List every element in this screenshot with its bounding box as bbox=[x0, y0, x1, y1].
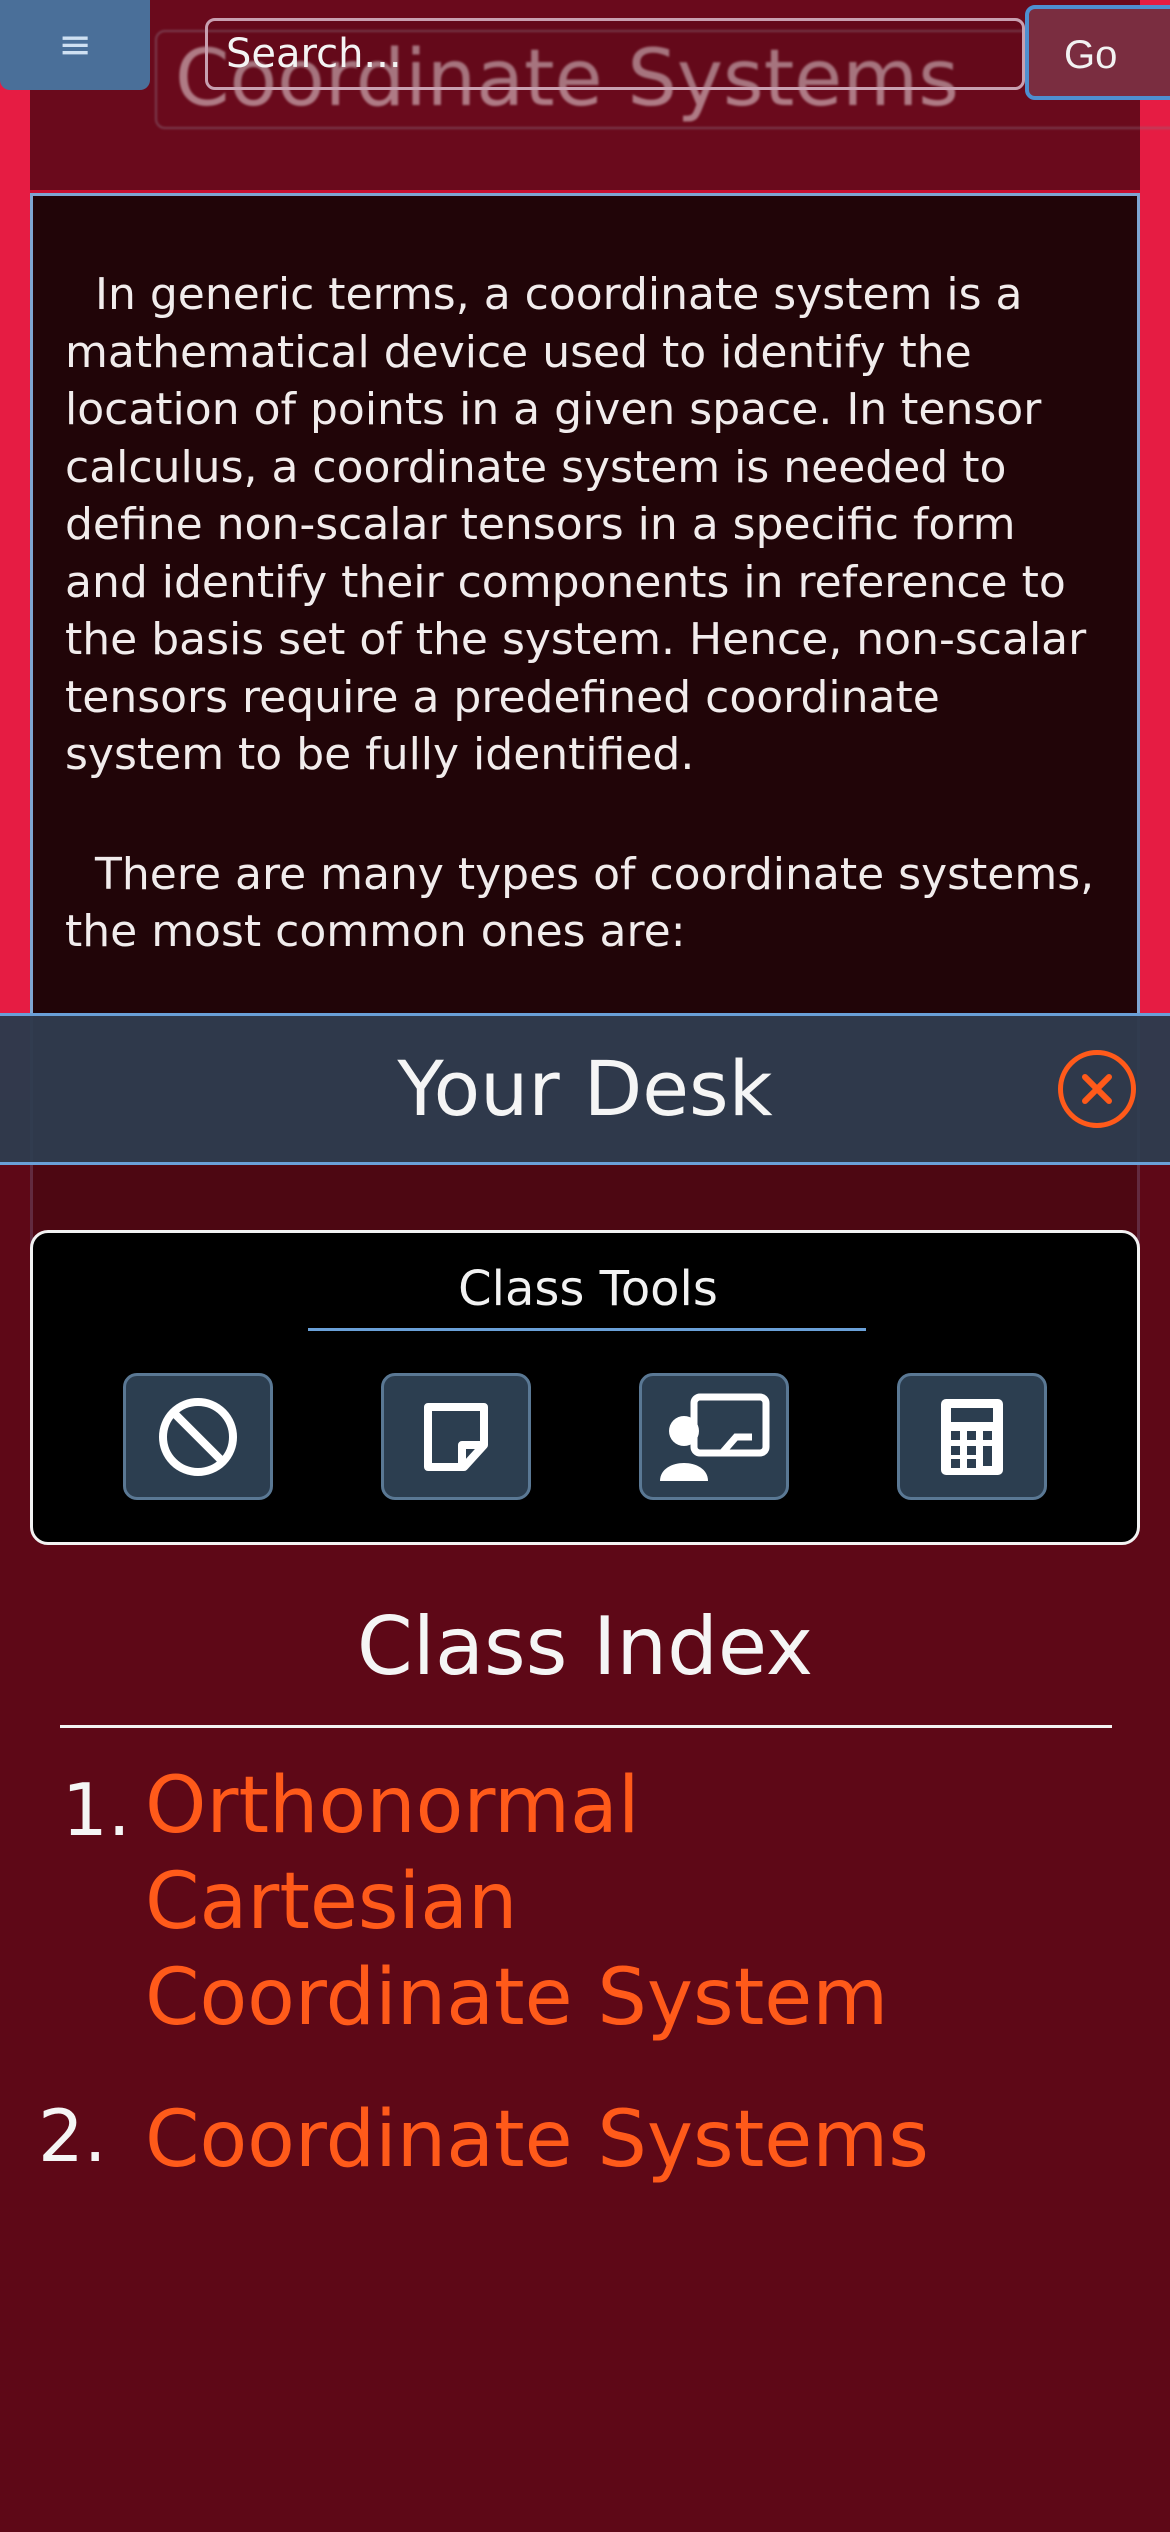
note-icon bbox=[424, 1402, 488, 1471]
list-item-number: 2. bbox=[38, 2094, 107, 2178]
close-desk-button[interactable] bbox=[1058, 1050, 1136, 1128]
class-index-link-coordinate-systems[interactable]: Coordinate Systems bbox=[145, 2092, 929, 2188]
calculator-icon bbox=[941, 1398, 1003, 1475]
link-text-line: Cartesian bbox=[145, 1857, 518, 1947]
notes-tool-button[interactable] bbox=[381, 1373, 531, 1500]
search-input[interactable] bbox=[205, 18, 1025, 90]
content-paragraph: In generic terms, a coordinate system is… bbox=[65, 269, 1087, 780]
class-index-title: Class Index bbox=[356, 1600, 814, 1693]
block-icon bbox=[159, 1397, 237, 1476]
class-tools-underline bbox=[308, 1328, 866, 1331]
class-index-link-orthonormal[interactable]: Orthonormal Cartesian Coordinate System bbox=[145, 1758, 888, 2046]
right-edge bbox=[1140, 0, 1170, 1100]
desk-title: Your Desk bbox=[397, 1044, 773, 1133]
close-circle-icon bbox=[1082, 1074, 1112, 1104]
class-index-divider bbox=[60, 1725, 1112, 1728]
desk-header: Your Desk bbox=[0, 1013, 1170, 1165]
hamburger-icon: ≡ bbox=[58, 22, 92, 68]
go-button[interactable]: Go bbox=[1025, 5, 1170, 100]
presenter-tool-button[interactable] bbox=[639, 1373, 789, 1500]
class-tools-panel: Class Tools bbox=[30, 1230, 1140, 1545]
link-text-line: Orthonormal bbox=[145, 1761, 640, 1851]
link-text-line: Coordinate Systems bbox=[145, 2095, 929, 2185]
menu-button[interactable]: ≡ bbox=[0, 0, 150, 90]
left-edge bbox=[0, 0, 30, 1100]
block-tool-button[interactable] bbox=[123, 1373, 273, 1500]
content-paragraph: There are many types of coordinate syste… bbox=[65, 848, 1095, 958]
class-tools-heading: Class Tools bbox=[458, 1261, 718, 1317]
calculator-tool-button[interactable] bbox=[897, 1373, 1047, 1500]
list-item-number: 1. bbox=[62, 1768, 131, 1852]
presenter-icon bbox=[660, 1393, 770, 1481]
link-text-line: Coordinate System bbox=[145, 1953, 889, 2043]
